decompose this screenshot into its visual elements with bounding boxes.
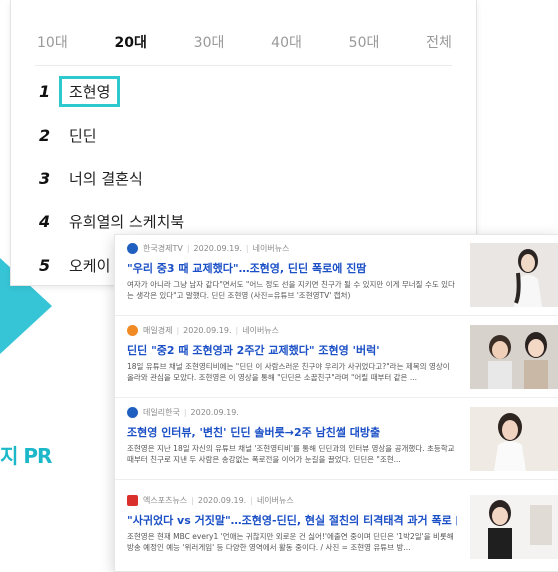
publisher-logo-icon [127,243,138,254]
publisher-name[interactable]: 한국경제TV [143,243,183,254]
rank-keyword[interactable]: 유희열의 스케치북 [69,211,184,232]
rank-number: 3 [39,168,51,188]
news-thumbnail[interactable] [470,325,558,389]
news-item[interactable]: 데일리한국 | 2020.09.19. 조현영 인터뷰, '변친' 딘딘 솔버릇… [115,399,558,480]
rank-keyword[interactable]: 너의 결혼식 [69,168,143,189]
ranking-item[interactable]: 3 너의 결혼식 [39,164,143,192]
publisher-logo-icon [127,325,138,336]
news-thumbnail[interactable] [470,243,558,307]
rank-keyword[interactable]: 딘딘 [69,125,97,146]
tab-30s[interactable]: 30대 [194,32,225,58]
news-thumbnail[interactable] [470,495,558,559]
news-date: 2020.09.19. [193,244,242,253]
news-platform[interactable]: 네이버뉴스 [242,325,279,336]
rank-keyword[interactable]: 조현영 [59,75,121,107]
news-date: 2020.09.19. [197,496,247,505]
tab-10s[interactable]: 10대 [37,32,68,58]
news-platform[interactable]: 네이버뉴스 [253,243,290,254]
news-item[interactable]: 엑스포츠뉴스 | 2020.09.19. | 네이버뉴스 "사귀었다 vs 거짓… [115,487,558,567]
tab-20s[interactable]: 20대 [115,32,147,58]
ranking-item[interactable]: 1 조현영 [39,75,121,107]
news-platform[interactable]: 네이버뉴스 [257,495,294,506]
tab-all[interactable]: 전체 [426,32,452,58]
news-panel: 한국경제TV | 2020.09.19. | 네이버뉴스 "우리 중3 때 교제… [114,234,558,572]
news-title-link[interactable]: "사귀었다 vs 거짓말"…조현영-딘딘, 현실 절친의 티격태격 과거 폭로 … [127,512,457,528]
news-date: 2020.09.19. [190,408,239,417]
rank-number: 2 [39,125,51,145]
rank-number: 4 [39,211,51,231]
ranking-item[interactable]: 2 딘딘 [39,121,97,149]
publisher-logo-icon [127,495,138,506]
age-tabs: 10대 20대 30대 40대 50대 전체 [11,32,476,58]
publisher-name[interactable]: 매일경제 [143,325,172,336]
tabs-divider [35,65,452,66]
news-title-link[interactable]: "우리 중3 때 교제했다"…조현영, 딘딘 폭로에 진땀 [127,260,457,276]
ranking-item[interactable]: 4 유희열의 스케치북 [39,207,184,235]
tab-50s[interactable]: 50대 [349,32,380,58]
news-snippet: 조현영은 지난 18일 자신의 유튜브 채널 '조현영티비'를 통해 딘딘과의 … [127,444,455,464]
publisher-name[interactable]: 데일리한국 [143,407,180,418]
news-snippet: 조현영은 현재 MBC every1 '언애는 귀찮지만 외로운 건 싫어!'에… [127,532,454,552]
news-snippet: 여자가 아니라 그냥 남자 같다"면서도 "어느 정도 선을 지키면 친구가 될… [127,280,455,300]
news-source: 엑스포츠뉴스 | 2020.09.19. | 네이버뉴스 [127,495,294,506]
news-date: 2020.09.19. [183,326,232,335]
news-title-link[interactable]: 딘딘 "중2 때 조현영과 2주간 교제했다" 조현영 '버럭' [127,342,457,358]
news-item[interactable]: 매일경제 | 2020.09.19. | 네이버뉴스 딘딘 "중2 때 조현영과… [115,317,558,398]
news-snippet: 18일 유튜브 채널 조현영티비에는 "딘딘 이 사람스러운 친구야 우리가 사… [127,362,450,382]
news-source: 매일경제 | 2020.09.19. | 네이버뉴스 [127,325,279,336]
news-thumbnail[interactable] [470,407,558,471]
tab-40s[interactable]: 40대 [271,32,302,58]
publisher-name[interactable]: 엑스포츠뉴스 [143,495,187,506]
rank-number: 5 [39,255,51,275]
news-title-link[interactable]: 조현영 인터뷰, '변친' 딘딘 솔버릇→2주 남친썰 대방출 [127,424,457,440]
news-source: 한국경제TV | 2020.09.19. | 네이버뉴스 [127,243,289,254]
news-item[interactable]: 한국경제TV | 2020.09.19. | 네이버뉴스 "우리 중3 때 교제… [115,235,558,316]
news-source: 데일리한국 | 2020.09.19. [127,407,239,418]
side-caption: 지 PR [0,444,52,468]
publisher-logo-icon [127,407,138,418]
